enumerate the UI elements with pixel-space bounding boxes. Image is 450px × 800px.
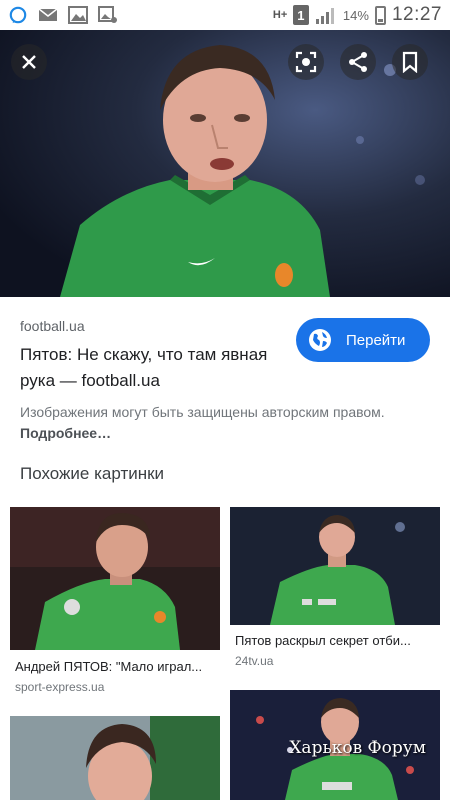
related-thumbnail bbox=[10, 507, 220, 650]
lens-icon bbox=[295, 51, 317, 73]
related-photo bbox=[10, 716, 220, 800]
related-thumbnail bbox=[230, 507, 440, 625]
more-info-link[interactable]: Подробнее… bbox=[20, 425, 111, 441]
mail-icon bbox=[38, 8, 58, 21]
battery-icon bbox=[374, 5, 386, 25]
hero-image[interactable] bbox=[0, 30, 450, 297]
signal-icon bbox=[315, 8, 334, 24]
related-source: sport-express.ua bbox=[15, 680, 105, 694]
related-caption: Пятов раскрыл секрет отби... bbox=[235, 633, 411, 648]
image-wifi-icon bbox=[98, 6, 117, 23]
related-image-card[interactable]: Харьков Форум bbox=[230, 690, 440, 800]
sim-indicator: 1 bbox=[292, 5, 309, 25]
page-title[interactable]: Пятов: Не скажу, что там явная рука — fo… bbox=[20, 342, 275, 394]
visit-label: Перейти bbox=[346, 331, 406, 349]
watermark-text: Харьков Форум bbox=[289, 738, 426, 758]
related-image-card[interactable]: Пятов раскрыл секрет отби... 24tv.ua bbox=[230, 507, 440, 672]
player-photo bbox=[0, 30, 450, 297]
share-icon bbox=[349, 52, 367, 72]
gallery-icon bbox=[68, 6, 88, 24]
related-images-heading: Похожие картинки bbox=[20, 464, 165, 483]
related-source: 24tv.ua bbox=[235, 654, 274, 668]
source-domain[interactable]: football.ua bbox=[20, 318, 85, 334]
visit-button[interactable]: Перейти bbox=[296, 318, 430, 362]
copyright-text: Изображения могут быть защищены авторски… bbox=[20, 404, 385, 420]
clock: 12:27 bbox=[391, 4, 442, 25]
close-button[interactable] bbox=[11, 44, 47, 80]
share-button[interactable] bbox=[340, 44, 376, 80]
network-type: H+ bbox=[272, 8, 288, 21]
bookmark-button[interactable] bbox=[392, 44, 428, 80]
related-image-card[interactable] bbox=[10, 716, 220, 800]
related-thumbnail bbox=[10, 716, 220, 800]
bookmark-icon bbox=[402, 51, 418, 73]
related-photo bbox=[10, 507, 220, 650]
status-bar: H+ 1 14% 12:27 bbox=[0, 0, 450, 30]
messenger-icon bbox=[9, 6, 27, 24]
close-icon bbox=[22, 55, 36, 69]
lens-button[interactable] bbox=[288, 44, 324, 80]
related-caption: Андрей ПЯТОВ: "Мало играл... bbox=[15, 659, 203, 674]
copyright-notice: Изображения могут быть защищены авторски… bbox=[20, 402, 420, 444]
related-image-card[interactable]: Андрей ПЯТОВ: "Мало играл... sport-expre… bbox=[10, 507, 220, 697]
related-photo bbox=[230, 507, 440, 625]
battery-percent: 14% bbox=[342, 7, 369, 23]
globe-icon bbox=[309, 329, 331, 351]
